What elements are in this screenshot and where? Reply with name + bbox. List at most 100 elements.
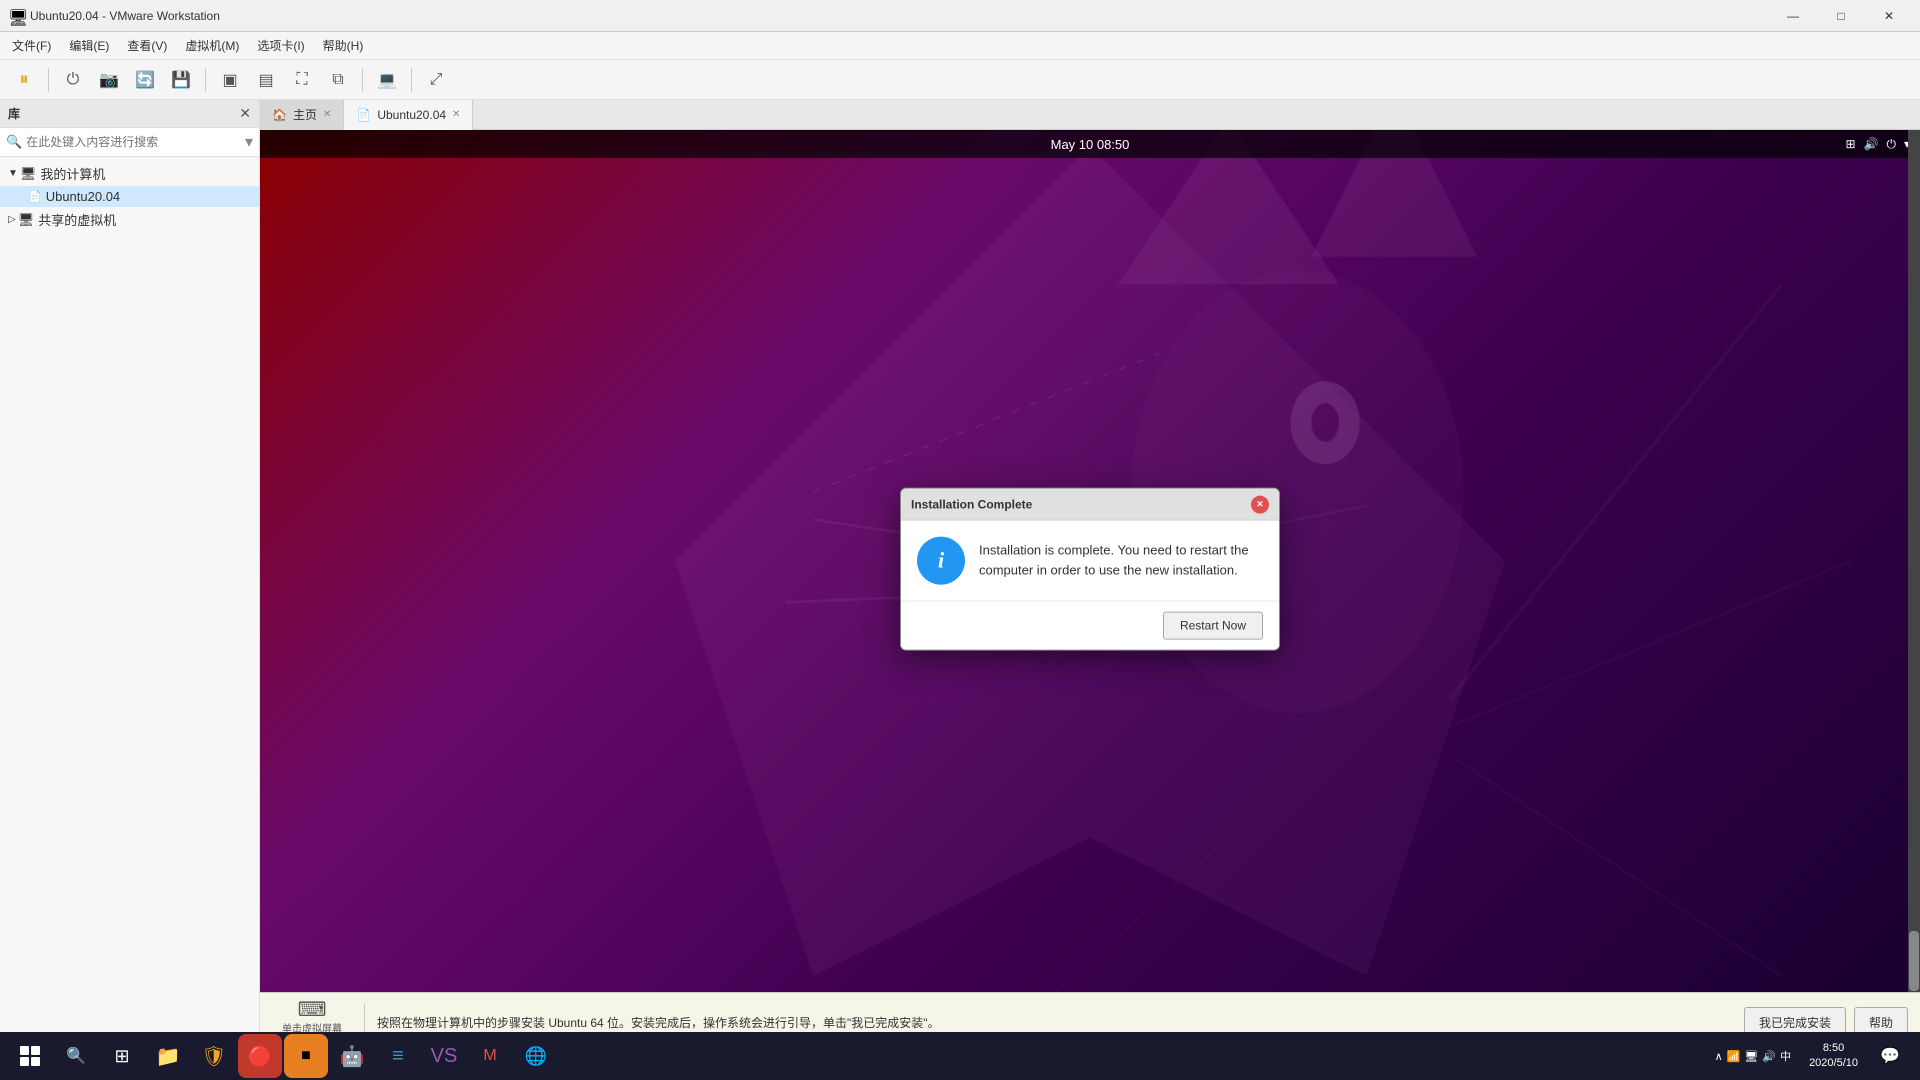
- toolbar-restore-btn[interactable]: 🔄: [129, 64, 161, 96]
- minimize-button[interactable]: —: [1770, 0, 1816, 32]
- ubuntu-desktop[interactable]: May 10 08:50 ⊞ 🔊 ⏻ ▾: [260, 130, 1920, 992]
- tab-ubuntu-icon: 📄: [356, 108, 371, 122]
- ubuntu-time: May 10 08:50: [1051, 137, 1130, 152]
- ubuntu-grid-icon[interactable]: ⊞: [1845, 137, 1855, 151]
- toolbar-snapshot-btn[interactable]: 📷: [93, 64, 125, 96]
- vertical-scrollbar[interactable]: [1908, 130, 1920, 992]
- dialog-close-button[interactable]: ×: [1251, 495, 1269, 513]
- tray-chevron[interactable]: ∧: [1715, 1050, 1723, 1063]
- taskbar-notification-button[interactable]: 💬: [1868, 1034, 1912, 1078]
- sidebar: 库 ✕ 🔍 ▾ ▼ 🖥 我的计算机 📄 Ubuntu20.04: [0, 100, 260, 1080]
- taskbar-clock[interactable]: 8:50 2020/5/10: [1801, 1041, 1866, 1072]
- windows-logo-icon: [20, 1046, 40, 1066]
- dropdown-icon[interactable]: ▾: [245, 132, 253, 152]
- sidebar-item-my-computer-label: 我的计算机: [40, 164, 105, 183]
- ubuntu-volume-icon[interactable]: 🔊: [1864, 137, 1879, 151]
- menu-file[interactable]: 文件(F): [4, 33, 59, 58]
- dialog-title-bar: Installation Complete ×: [901, 489, 1279, 521]
- sidebar-search-container: 🔍 ▾: [0, 128, 259, 157]
- taskbar-app-vs[interactable]: VS: [422, 1034, 466, 1078]
- toolbar-pause-btn[interactable]: ⏸: [8, 64, 40, 96]
- restart-now-button[interactable]: Restart Now: [1163, 612, 1263, 640]
- tray-display-icon[interactable]: 🖥: [1744, 1050, 1758, 1063]
- search-input[interactable]: [26, 135, 245, 149]
- menu-view[interactable]: 查看(V): [119, 33, 175, 58]
- close-button[interactable]: ✕: [1866, 0, 1912, 32]
- toolbar-fullscreen-btn[interactable]: ⛶: [286, 64, 318, 96]
- scrollbar-thumb[interactable]: [1909, 931, 1919, 991]
- sidebar-item-ubuntu-label: Ubuntu20.04: [46, 189, 120, 204]
- tab-home-label: 主页: [293, 106, 317, 123]
- task-view-button[interactable]: ⊞: [100, 1034, 144, 1078]
- ubuntu-power-icon[interactable]: ⏻: [1886, 137, 1896, 152]
- sidebar-item-ubuntu[interactable]: 📄 Ubuntu20.04: [0, 186, 259, 207]
- taskbar-time-value: 8:50: [1823, 1041, 1844, 1056]
- windows-taskbar: 🔍 ⊞ 📁 🛡 🔴 ■ 🤖 ≡ VS M 🌐 ∧ 📶 🖥 🔊 中 8:50 20…: [0, 1032, 1920, 1080]
- taskbar-app-red-icon[interactable]: 🔴: [238, 1034, 282, 1078]
- shared-icon: 🖥: [18, 212, 35, 228]
- sidebar-item-my-computer[interactable]: ▼ 🖥 我的计算机: [0, 161, 259, 186]
- installation-complete-dialog: Installation Complete × i Installation i…: [900, 488, 1280, 651]
- tab-ubuntu[interactable]: 📄 Ubuntu20.04 ✕: [344, 100, 473, 130]
- taskbar-app-orange-sq[interactable]: ■: [284, 1034, 328, 1078]
- tray-volume-icon[interactable]: 🔊: [1762, 1050, 1776, 1063]
- menu-edit[interactable]: 编辑(E): [61, 33, 117, 58]
- window-title: Ubuntu20.04 - VMware Workstation: [30, 9, 1770, 23]
- dialog-title: Installation Complete: [911, 497, 1032, 511]
- keyboard-icon: ⌨: [298, 997, 327, 1023]
- computer-icon: 🖥: [20, 166, 37, 182]
- toolbar-sep-1: [48, 68, 49, 92]
- toolbar-settings-btn[interactable]: ⤢: [420, 64, 452, 96]
- vm-viewport[interactable]: May 10 08:50 ⊞ 🔊 ⏻ ▾: [260, 130, 1920, 992]
- menu-vm[interactable]: 虚拟机(M): [177, 33, 247, 58]
- taskbar-app-matlab[interactable]: M: [468, 1034, 512, 1078]
- tray-ime-icon[interactable]: 中: [1780, 1048, 1791, 1064]
- content-wrapper: 库 ✕ 🔍 ▾ ▼ 🖥 我的计算机 📄 Ubuntu20.04: [0, 100, 1920, 1080]
- sidebar-tree: ▼ 🖥 我的计算机 📄 Ubuntu20.04 ▷ 🖥 共享的虚拟机: [0, 157, 259, 1080]
- taskbar-search-button[interactable]: 🔍: [54, 1034, 98, 1078]
- menu-help[interactable]: 帮助(H): [315, 33, 372, 58]
- dialog-footer: Restart Now: [901, 601, 1279, 650]
- ubuntu-topbar-icons: ⊞ 🔊 ⏻ ▾: [1845, 137, 1910, 152]
- dialog-body: i Installation is complete. You need to …: [901, 521, 1279, 601]
- toolbar-view1-btn[interactable]: ▣: [214, 64, 246, 96]
- menu-tabs[interactable]: 选项卡(I): [249, 33, 312, 58]
- taskbar-app-antivirus[interactable]: 🛡: [192, 1034, 236, 1078]
- tab-home[interactable]: 🏠 主页 ✕: [260, 100, 344, 130]
- tree-arrow-shared: ▷: [8, 214, 16, 225]
- toolbar-unity-btn[interactable]: ⧉: [322, 64, 354, 96]
- toolbar-sep-3: [362, 68, 363, 92]
- taskbar-app-file-explorer[interactable]: 📁: [146, 1034, 190, 1078]
- toolbar-console-btn[interactable]: 💻: [371, 64, 403, 96]
- tray-network-icon[interactable]: 📶: [1727, 1050, 1741, 1063]
- sidebar-title: 库: [8, 105, 20, 122]
- vm-area: May 10 08:50 ⊞ 🔊 ⏻ ▾: [260, 130, 1920, 1080]
- sidebar-close-btn[interactable]: ✕: [239, 105, 251, 122]
- taskbar-app-green-android[interactable]: 🤖: [330, 1034, 374, 1078]
- title-bar-controls: — □ ✕: [1770, 0, 1912, 32]
- tab-ubuntu-label: Ubuntu20.04: [377, 108, 446, 122]
- sidebar-header: 库 ✕: [0, 100, 259, 128]
- maximize-button[interactable]: □: [1818, 0, 1864, 32]
- toolbar-sep-2: [205, 68, 206, 92]
- tree-arrow-my-computer: ▼: [8, 168, 18, 179]
- toolbar: ⏸ ⏻ 📷 🔄 💾 ▣ ▤ ⛶ ⧉ 💻 ⤢: [0, 60, 1920, 100]
- start-button[interactable]: [8, 1034, 52, 1078]
- taskbar-app-chrome[interactable]: 🌐: [514, 1034, 558, 1078]
- toolbar-view2-btn[interactable]: ▤: [250, 64, 282, 96]
- dialog-info-icon: i: [917, 537, 965, 585]
- menu-bar: 文件(F) 编辑(E) 查看(V) 虚拟机(M) 选项卡(I) 帮助(H): [0, 32, 1920, 60]
- right-panel: 🏠 主页 ✕ 📄 Ubuntu20.04 ✕: [260, 100, 1920, 1080]
- tab-ubuntu-close[interactable]: ✕: [452, 109, 460, 120]
- tab-home-close[interactable]: ✕: [323, 109, 331, 120]
- toolbar-suspend-btn[interactable]: 💾: [165, 64, 197, 96]
- taskbar-app-stack[interactable]: ≡: [376, 1034, 420, 1078]
- tab-home-icon: 🏠: [272, 108, 287, 122]
- ubuntu-topbar: May 10 08:50 ⊞ 🔊 ⏻ ▾: [260, 130, 1920, 158]
- dialog-message: Installation is complete. You need to re…: [979, 537, 1263, 580]
- vm-icon: 📄: [28, 190, 42, 203]
- app-window: 🖥 Ubuntu20.04 - VMware Workstation — □ ✕…: [0, 0, 1920, 1080]
- title-bar: 🖥 Ubuntu20.04 - VMware Workstation — □ ✕: [0, 0, 1920, 32]
- sidebar-item-shared-vms[interactable]: ▷ 🖥 共享的虚拟机: [0, 207, 259, 232]
- toolbar-power-btn[interactable]: ⏻: [57, 64, 89, 96]
